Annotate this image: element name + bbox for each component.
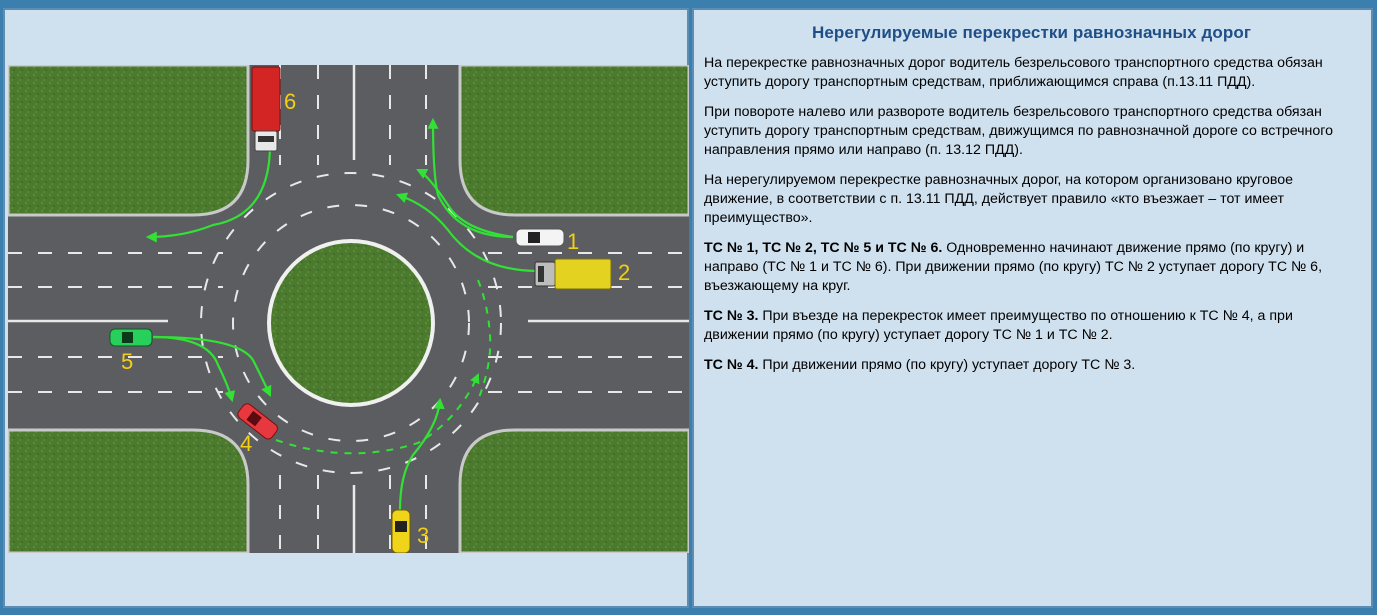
roundabout-diagram: 6 1 2 5 4 3 [8, 65, 689, 553]
vehicle-6-truck [251, 66, 281, 152]
grass-bottom-right [458, 428, 689, 553]
paragraph-1: На перекрестке равнозначных дорог водите… [704, 55, 1323, 90]
diagram-panel: 6 1 2 5 4 3 [3, 8, 689, 608]
vehicle-3-car [391, 509, 411, 553]
paragraph-vehicles-1-2-5-6: ТС № 1, ТС № 2, ТС № 5 и ТС № 6. Одновре… [704, 240, 1323, 294]
vehicle-1-car [515, 228, 565, 247]
central-island [267, 239, 435, 407]
vehicle-label-5: 5 [121, 349, 133, 374]
vehicle-5-car [109, 328, 153, 347]
page-title: Нерегулируемые перекрестки равнозначных … [812, 23, 1251, 42]
vehicle-label-2: 2 [618, 260, 630, 285]
vehicle-label-6: 6 [284, 89, 296, 114]
window-frame: 6 1 2 5 4 3 Нерегулируемые перекрестки р… [0, 0, 1377, 615]
paragraph-2: При повороте налево или развороте водите… [704, 104, 1334, 158]
vehicle-label-1: 1 [567, 229, 579, 254]
vehicle-2-truck [534, 258, 612, 290]
text-panel: Нерегулируемые перекрестки равнозначных … [692, 8, 1373, 608]
grass-top-left [8, 65, 250, 217]
paragraph-3: На нерегулируемом перекрестке равнозначн… [704, 172, 1294, 226]
paragraph-vehicle-4: ТС № 4. При движении прямо (по кругу) ус… [704, 357, 1136, 373]
vehicle-label-3: 3 [417, 523, 429, 548]
grass-bottom-left [8, 428, 250, 553]
paragraph-vehicle-3: ТС № 3. При въезде на перекресток имеет … [704, 308, 1293, 343]
vehicle-label-4: 4 [240, 431, 252, 456]
grass-top-right [458, 65, 689, 217]
